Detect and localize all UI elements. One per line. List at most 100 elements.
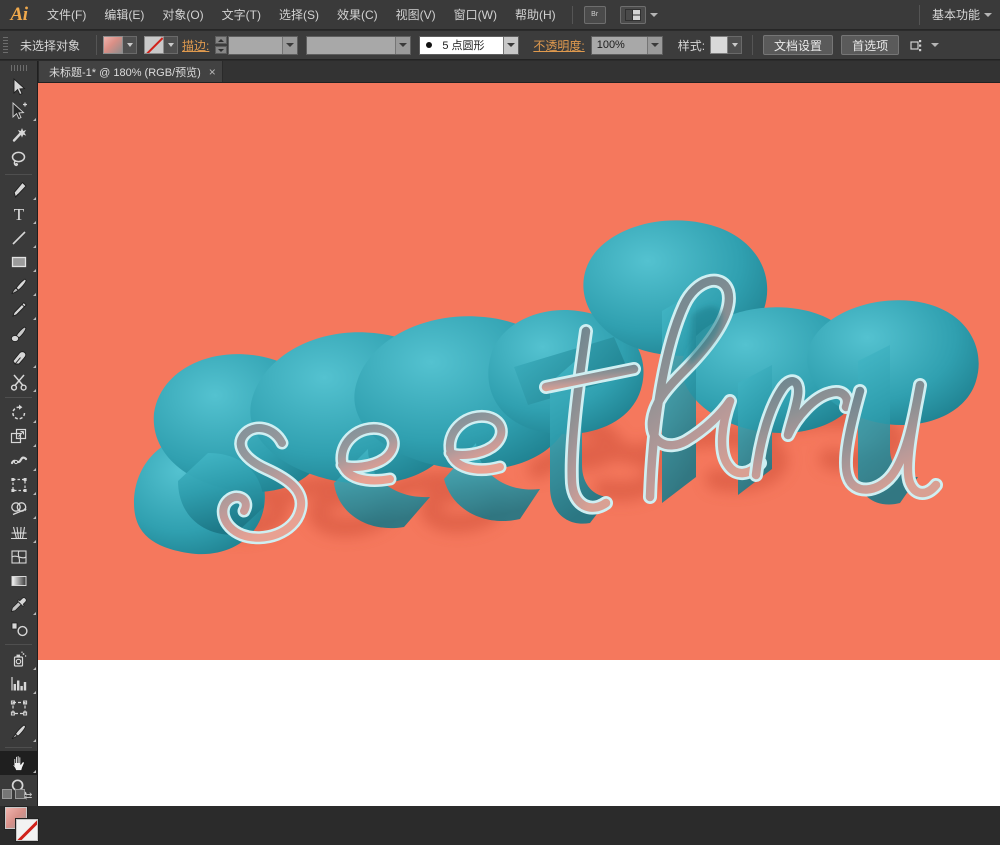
flyout-indicator: [33, 444, 36, 447]
menu-object[interactable]: 对象(O): [153, 0, 212, 30]
blob-brush-tool[interactable]: [0, 322, 38, 346]
flyout-indicator: [33, 667, 36, 670]
menu-edit[interactable]: 编辑(E): [95, 0, 153, 30]
artboard-tool[interactable]: [0, 696, 38, 720]
hand-tool[interactable]: [0, 751, 38, 775]
symbol-sprayer-tool[interactable]: [0, 648, 38, 672]
eyedropper-tool[interactable]: [0, 593, 38, 617]
slice-tool[interactable]: [0, 720, 38, 744]
canvas-area[interactable]: [38, 83, 1000, 806]
chevron-down-icon: [931, 43, 940, 47]
menu-window[interactable]: 窗口(W): [445, 0, 506, 30]
opacity-combo[interactable]: 100%: [590, 35, 663, 55]
tools-panel-grip[interactable]: [0, 61, 37, 75]
chevron-down-icon[interactable]: [395, 36, 411, 54]
flyout-indicator: [33, 221, 36, 224]
opacity-link[interactable]: 不透明度:: [533, 37, 584, 54]
transform-menu-button[interactable]: [907, 36, 940, 54]
bridge-icon[interactable]: Br: [583, 5, 606, 24]
svg-text:T: T: [14, 205, 25, 223]
control-bar-grip[interactable]: [0, 31, 10, 60]
width-tool[interactable]: [0, 449, 38, 473]
pen-tool[interactable]: [0, 178, 38, 202]
fill-swatch-icon[interactable]: [103, 36, 124, 54]
stroke-dropdown-arrow[interactable]: [164, 36, 179, 54]
perspective-grid-tool[interactable]: [0, 521, 38, 545]
tool-divider: [5, 644, 32, 645]
scale-tool[interactable]: [0, 425, 38, 449]
flyout-indicator: [33, 293, 36, 296]
arrange-documents-icon: [619, 5, 646, 24]
artboard[interactable]: [38, 83, 1000, 660]
control-divider: [752, 35, 754, 55]
rotate-tool[interactable]: [0, 401, 38, 425]
document-tab[interactable]: 未标题-1* @ 180% (RGB/预览) ×: [38, 60, 223, 82]
gradient-tool[interactable]: [0, 569, 38, 593]
document-tab-title: 未标题-1* @ 180% (RGB/预览): [49, 66, 201, 79]
magic-wand-tool[interactable]: [0, 123, 38, 147]
stroke-weight-combo[interactable]: [228, 35, 299, 55]
flyout-indicator: [33, 389, 36, 392]
app-logo: Ai: [10, 3, 28, 25]
preferences-button[interactable]: 首选项: [841, 35, 900, 55]
tool-divider: [5, 174, 32, 175]
artwork-see-thru[interactable]: [38, 83, 1000, 660]
flyout-indicator: [33, 739, 36, 742]
stepper-down[interactable]: [215, 46, 228, 54]
arrange-documents-button[interactable]: [616, 5, 658, 24]
chevron-down-icon[interactable]: [503, 36, 519, 54]
menu-help[interactable]: 帮助(H): [506, 0, 565, 30]
menu-view[interactable]: 视图(V): [387, 0, 445, 30]
blend-tool[interactable]: [0, 617, 38, 641]
stroke-none-swatch-icon[interactable]: [144, 36, 165, 54]
mesh-tool[interactable]: [0, 545, 38, 569]
chevron-down-icon[interactable]: [282, 36, 298, 54]
brush-preview-icon: [426, 42, 433, 48]
flyout-indicator: [33, 540, 36, 543]
pencil-tool[interactable]: [0, 298, 38, 322]
swap-fill-stroke-icon[interactable]: ⇄: [24, 791, 32, 802]
chevron-down-icon[interactable]: [646, 36, 662, 54]
column-graph-tool[interactable]: [0, 672, 38, 696]
graphic-style-control[interactable]: [710, 36, 743, 54]
document-setup-button[interactable]: 文档设置: [763, 35, 834, 55]
default-fill-stroke-icon[interactable]: [2, 789, 12, 799]
stepper-up[interactable]: [215, 36, 228, 44]
fill-stroke-controls: ⇄: [0, 789, 39, 845]
selection-tool[interactable]: [0, 75, 38, 99]
graphic-style-swatch-icon[interactable]: [710, 36, 729, 54]
flyout-indicator: [33, 516, 36, 519]
brush-definition-combo[interactable]: 5 点圆形: [419, 35, 520, 55]
scissors-tool[interactable]: [0, 370, 38, 394]
close-icon[interactable]: ×: [209, 65, 216, 79]
shape-builder-tool[interactable]: [0, 497, 38, 521]
control-divider: [96, 35, 98, 55]
stroke-color-control[interactable]: [144, 36, 179, 54]
lasso-tool[interactable]: [0, 147, 38, 171]
stroke-weight-stepper[interactable]: [215, 36, 228, 54]
stroke-weight-link[interactable]: 描边:: [182, 37, 209, 54]
menu-file[interactable]: 文件(F): [38, 0, 95, 30]
stroke-profile-combo[interactable]: [306, 35, 412, 55]
menu-effect[interactable]: 效果(C): [328, 0, 387, 30]
flyout-indicator: [33, 770, 36, 773]
flyout-indicator: [33, 365, 36, 368]
free-transform-tool[interactable]: [0, 473, 38, 497]
workspace-switcher[interactable]: 基本功能: [918, 4, 1000, 25]
color-mode-buttons: [2, 789, 25, 799]
direct-selection-tool[interactable]: [0, 99, 38, 123]
flyout-indicator: [33, 197, 36, 200]
menu-type[interactable]: 文字(T): [213, 0, 270, 30]
stroke-color-swatch[interactable]: [15, 818, 39, 842]
rectangle-tool[interactable]: [0, 250, 38, 274]
paintbrush-tool[interactable]: [0, 274, 38, 298]
fill-color-control[interactable]: [103, 36, 138, 54]
style-dropdown-arrow[interactable]: [728, 36, 743, 54]
menu-select[interactable]: 选择(S): [270, 0, 328, 30]
line-segment-tool[interactable]: [0, 226, 38, 250]
control-bar: 未选择对象 描边: 5 点圆形 不透明度: 100% 样式: 文档设置 首选项: [0, 31, 1000, 60]
flyout-indicator: [33, 269, 36, 272]
eraser-tool[interactable]: [0, 346, 38, 370]
fill-dropdown-arrow[interactable]: [123, 36, 138, 54]
type-tool[interactable]: T: [0, 202, 38, 226]
